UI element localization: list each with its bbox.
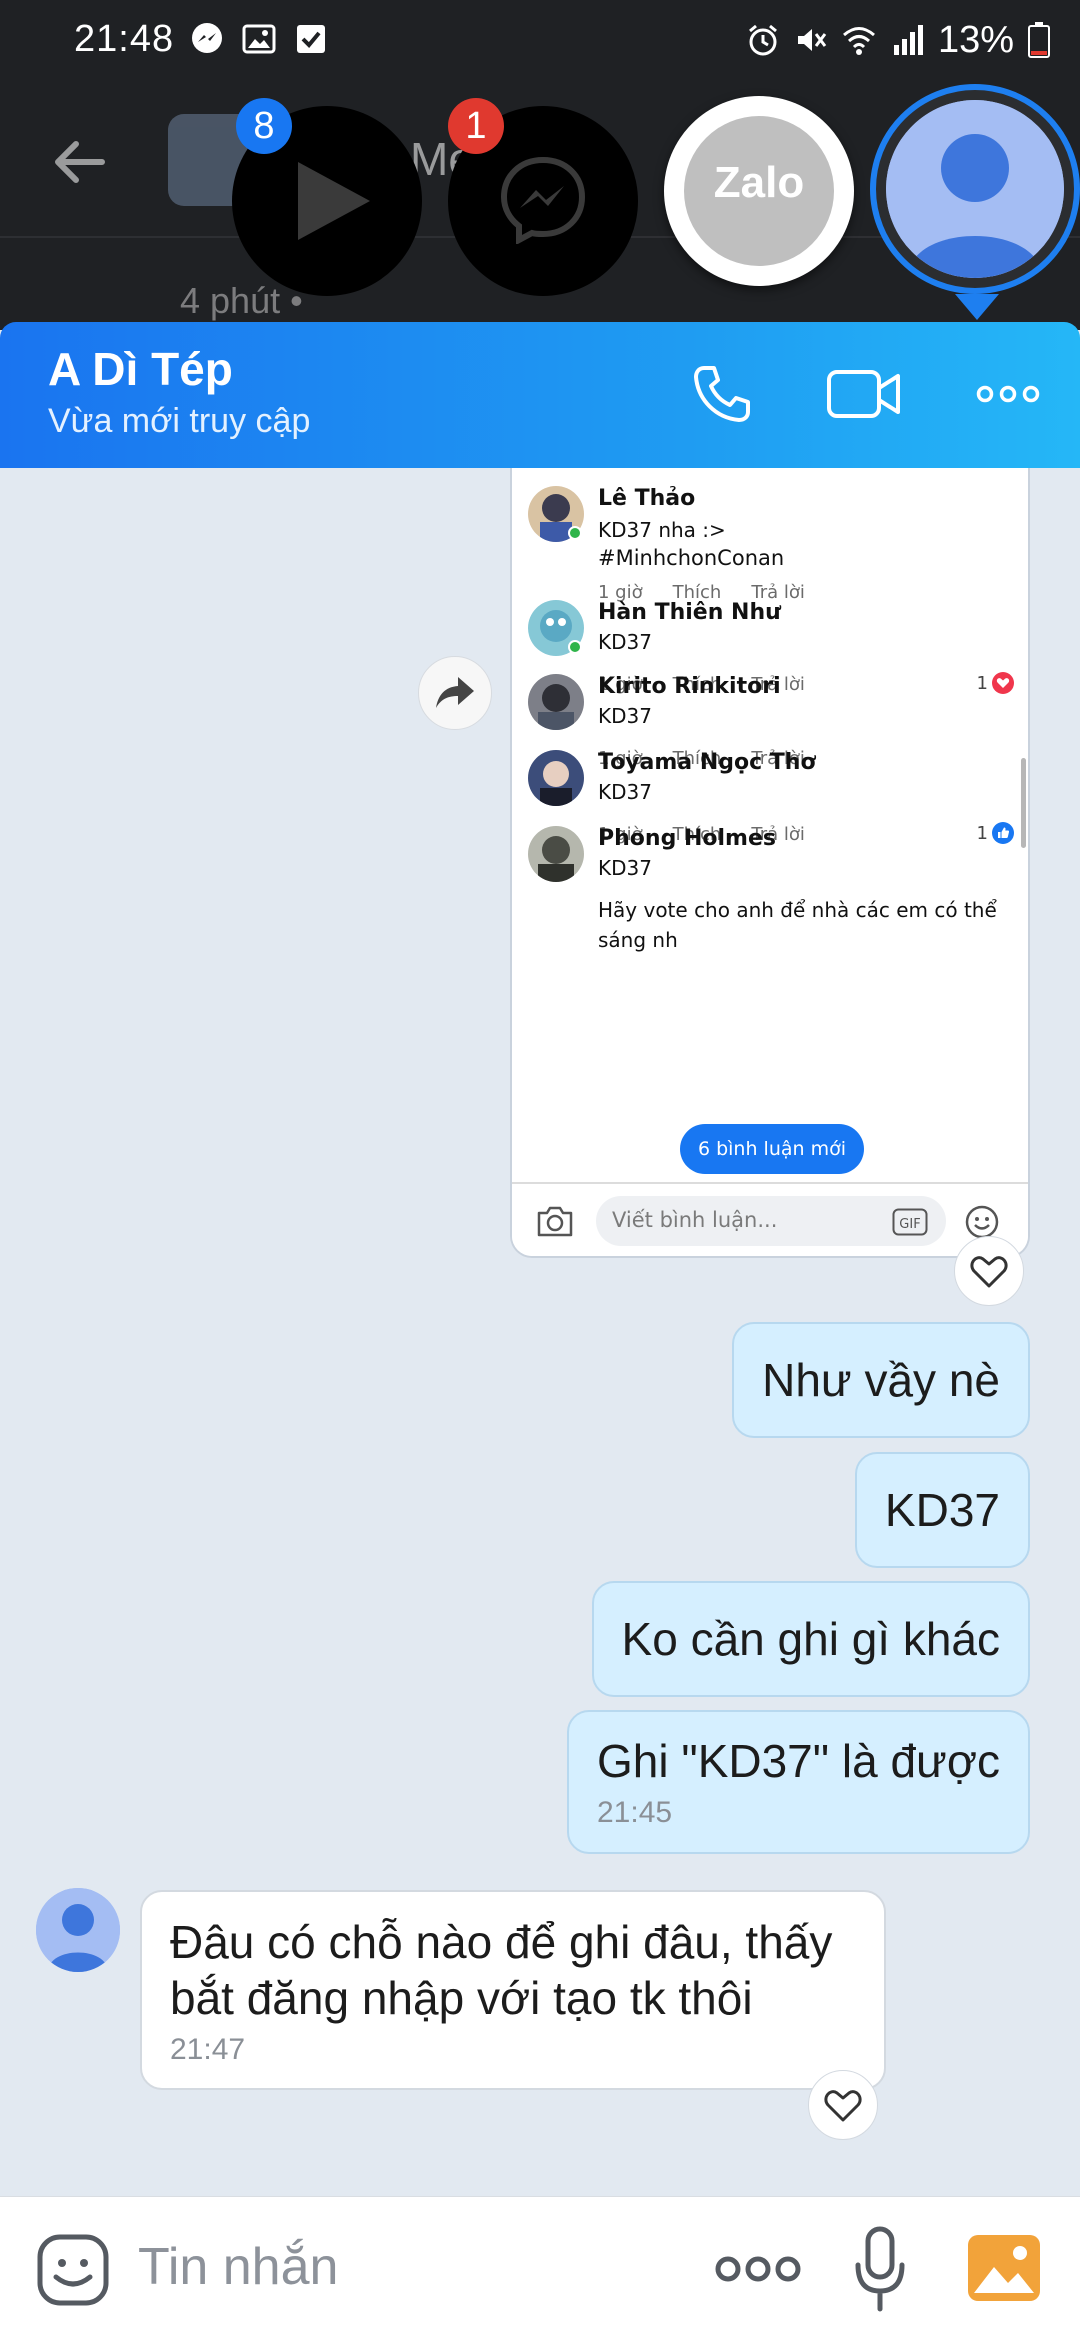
- user-icon: [36, 1888, 120, 1972]
- emoji-icon: [965, 1205, 999, 1239]
- avatar: [528, 826, 584, 882]
- signal-icon: [893, 25, 923, 55]
- shared-screenshot[interactable]: Lê Thảo KD37 nha :> #MinhchonConan 1 giờ…: [510, 468, 1030, 1258]
- camera-icon: [537, 1206, 573, 1237]
- comment-composer: Viết bình luận... GIF: [512, 1182, 1028, 1256]
- more-dots-icon: [976, 385, 1040, 403]
- comment-text: KD37: [598, 780, 652, 804]
- comment-text: KD37: [598, 630, 652, 654]
- comment-author: Toyama Ngọc Thơ: [598, 750, 816, 775]
- battery-icon: [1028, 22, 1050, 58]
- phone-icon: [694, 366, 750, 422]
- outgoing-message[interactable]: Ghi "KD37" là được 21:45: [567, 1710, 1030, 1854]
- message-text: KD37: [884, 1484, 1000, 1536]
- forward-button[interactable]: [418, 656, 492, 730]
- gallery-image-icon[interactable]: [966, 2233, 1042, 2303]
- comment-text: #MinhchonConan: [598, 546, 785, 570]
- video-call-button[interactable]: [824, 354, 904, 434]
- comment-text: KD37: [598, 704, 652, 728]
- react-heart-button[interactable]: [808, 2070, 878, 2140]
- contact-name[interactable]: A Dì Tép: [48, 342, 233, 396]
- message-input[interactable]: Tin nhắn: [138, 2237, 338, 2297]
- message-text: Ghi "KD37" là được: [597, 1735, 1000, 1787]
- comment-author: Hàn Thiên Như: [598, 600, 781, 625]
- chat-header: A Dì Tép Vừa mới truy cập: [0, 322, 1080, 468]
- more-options-button[interactable]: [968, 354, 1048, 434]
- wifi-icon: [842, 27, 875, 55]
- outgoing-message[interactable]: Như vầy nè: [732, 1322, 1030, 1438]
- comment-field: Viết bình luận... GIF: [596, 1196, 946, 1246]
- avatar: [528, 750, 584, 806]
- call-button[interactable]: [682, 354, 762, 434]
- chat-head-pointer: [955, 294, 999, 320]
- message-timestamp: 21:45: [597, 1796, 673, 1829]
- online-dot: [568, 526, 582, 540]
- notification-badge: 1: [448, 98, 504, 154]
- zalo-label: Zalo: [713, 158, 805, 207]
- notification-badge: 8: [236, 98, 292, 154]
- post-text-line: sáng nh: [598, 928, 678, 952]
- comment-text: KD37 nha :>: [598, 518, 726, 542]
- outgoing-message[interactable]: KD37: [854, 1452, 1030, 1568]
- zalo-logo: Zalo: [684, 116, 834, 266]
- zalo-bubble[interactable]: Zalo: [664, 96, 854, 286]
- comment-author: Phong Holmes: [598, 826, 776, 851]
- contact-avatar[interactable]: [36, 1888, 120, 1972]
- presence-status: Vừa mới truy cập: [48, 402, 311, 440]
- like-reaction-icon: [992, 822, 1014, 844]
- share-arrow-icon: [436, 677, 474, 708]
- heart-icon: [970, 1256, 1008, 1288]
- status-bar: 21:48 13%: [0, 0, 1080, 80]
- user-icon: [886, 100, 1064, 278]
- message-text: bắt đăng nhập với tạo tk thôi: [170, 1972, 753, 2024]
- play-icon: [298, 162, 370, 240]
- message-text: Như vầy nè: [762, 1354, 1000, 1406]
- comment-author: Kirito Rinkitori: [598, 674, 781, 699]
- alarm-icon: [748, 24, 777, 56]
- react-heart-button[interactable]: [954, 1236, 1024, 1306]
- message-text: Đâu có chỗ nào để ghi đâu, thấy: [170, 1916, 833, 1968]
- video-camera-icon: [827, 370, 900, 418]
- incoming-message[interactable]: Đâu có chỗ nào để ghi đâu, thấy bắt đăng…: [140, 1890, 886, 2090]
- gif-icon: GIF: [892, 1208, 928, 1236]
- outgoing-message[interactable]: Ko cần ghi gì khác: [591, 1581, 1030, 1697]
- battery-percent: 13%: [937, 18, 1014, 61]
- image-icon: [242, 24, 276, 54]
- avatar: [886, 100, 1064, 278]
- message-composer: Tin nhắn: [0, 2196, 1080, 2340]
- message-timestamp: 21:47: [170, 2033, 246, 2066]
- contact-chat-head[interactable]: [870, 84, 1080, 294]
- more-dots-icon[interactable]: [708, 2239, 808, 2299]
- checkbox-icon: [297, 25, 325, 53]
- reaction-count: 1: [977, 822, 1014, 844]
- heart-icon: [824, 2090, 862, 2122]
- messenger-icon: [500, 156, 586, 244]
- post-text-line: Hãy vote cho anh để nhà các em có thể: [598, 898, 997, 922]
- new-comments-pill: 6 bình luận mới: [680, 1124, 864, 1174]
- scrollbar: [1021, 758, 1026, 848]
- comment-placeholder: Viết bình luận...: [612, 1208, 778, 1232]
- heart-reaction-icon: [992, 672, 1014, 694]
- reaction-count: 1: [977, 672, 1014, 694]
- comment-author: Lê Thảo: [598, 486, 696, 511]
- mute-icon: [797, 29, 827, 51]
- back-arrow-icon: [55, 141, 105, 183]
- message-text: Ko cần ghi gì khác: [621, 1613, 1000, 1665]
- sticker-icon[interactable]: [36, 2233, 110, 2307]
- svg-text:GIF: GIF: [899, 1217, 920, 1232]
- microphone-icon[interactable]: [850, 2225, 910, 2315]
- clock: 21:48: [74, 18, 175, 60]
- comment-text: KD37: [598, 856, 652, 880]
- messenger-icon: [192, 23, 222, 53]
- avatar: [528, 674, 584, 730]
- online-dot: [568, 640, 582, 654]
